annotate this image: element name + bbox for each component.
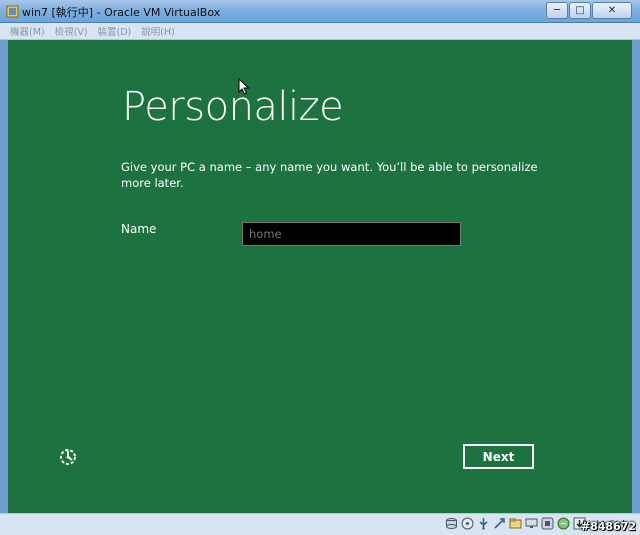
capture-icon[interactable] [541,517,554,530]
virtualbox-app-icon[interactable] [6,5,19,18]
mouse-integration-icon[interactable] [557,517,570,530]
menu-view[interactable]: 檢視(V) [55,24,88,38]
shared-folder-icon[interactable] [509,517,522,530]
optical-drive-icon[interactable] [461,517,474,530]
menu-machine[interactable]: 機器(M) [10,24,45,38]
usb-icon[interactable] [477,517,490,530]
pc-name-input[interactable] [242,222,461,246]
status-icons [445,517,586,530]
guest-display[interactable]: Personalize Give your PC a name – any na… [8,40,632,513]
page-description: Give your PC a name – any name you want.… [121,160,538,190]
virtualbox-window: win7 [執行中] - Oracle VM VirtualBox ─ □ ✕ … [0,0,640,535]
maximize-button[interactable]: □ [569,2,591,19]
network-icon[interactable] [493,517,506,530]
menu-bar: 機器(M) 檢視(V) 裝置(D) 說明(H) [0,23,640,40]
name-label: Name [121,222,157,236]
image-id-watermark: #848672 [580,520,636,533]
window-title: win7 [執行中] - Oracle VM VirtualBox [22,6,221,19]
menu-help[interactable]: 說明(H) [141,24,175,38]
minimize-button[interactable]: ─ [546,2,568,19]
status-bar: Right Ctrl #848672 [0,513,640,535]
close-button[interactable]: ✕ [592,2,632,19]
window-controls: ─ □ ✕ [546,2,632,19]
next-button[interactable]: Next [463,444,534,469]
page-title: Personalize [122,84,344,130]
mouse-cursor-icon [238,78,250,95]
ease-of-access-icon[interactable] [58,447,78,467]
menu-devices[interactable]: 裝置(D) [98,24,132,38]
title-bar[interactable]: win7 [執行中] - Oracle VM VirtualBox ─ □ ✕ [0,0,640,23]
display-icon[interactable] [525,517,538,530]
hard-disk-icon[interactable] [445,517,458,530]
